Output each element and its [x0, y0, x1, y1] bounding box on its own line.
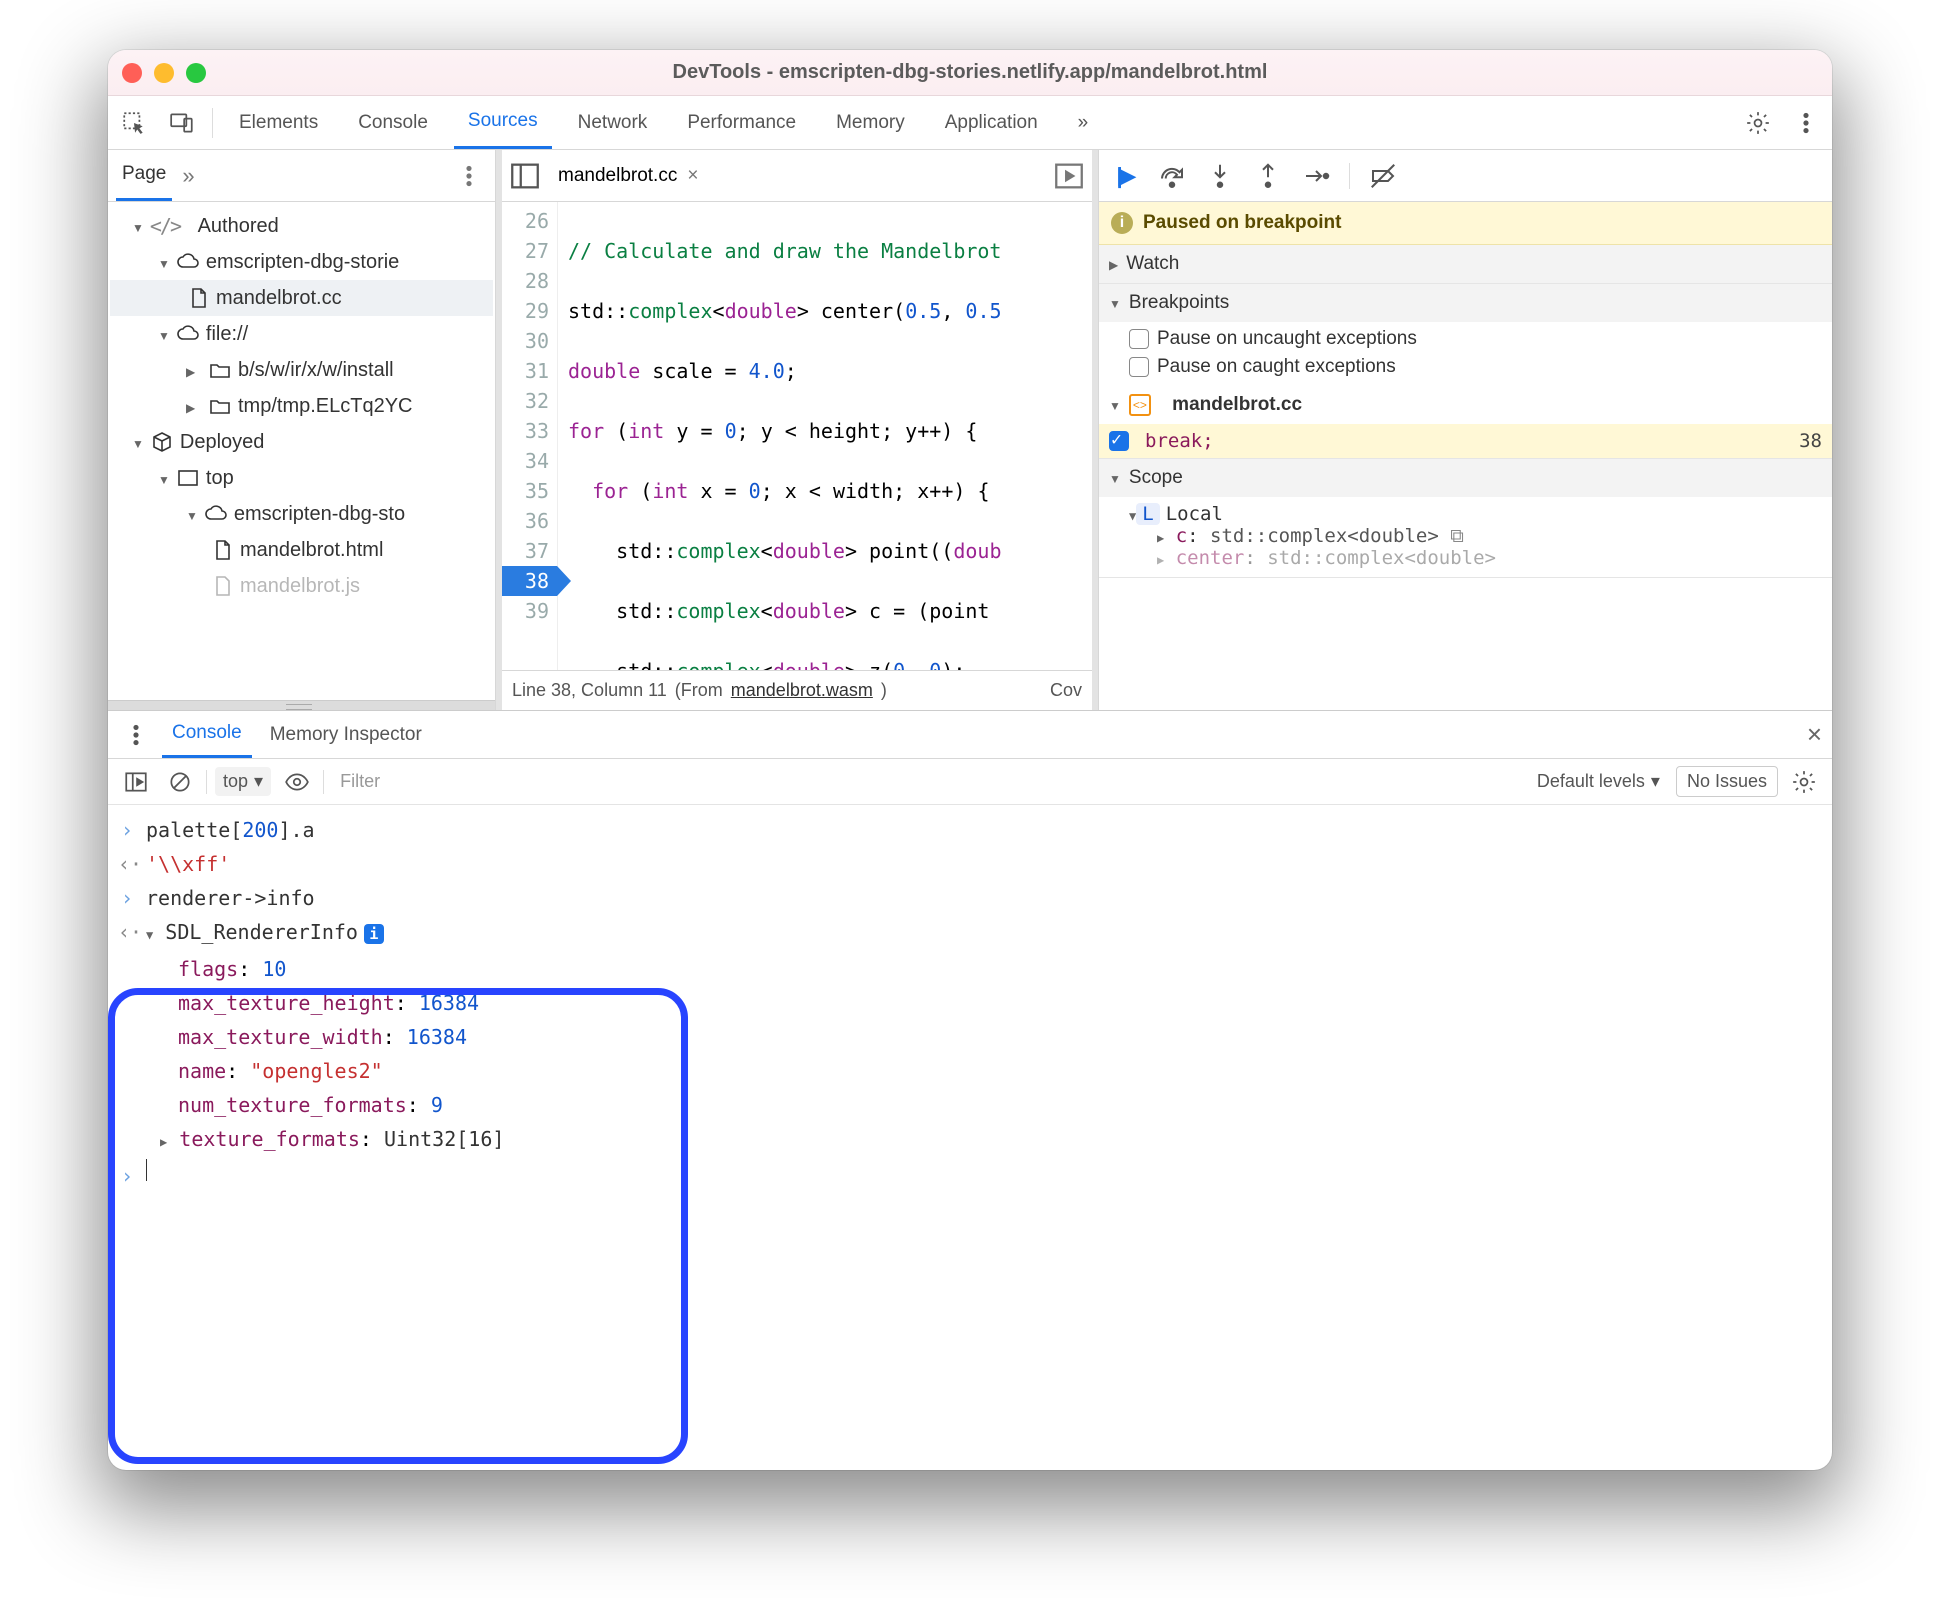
console-filter[interactable]: Filter — [332, 767, 1521, 796]
console-toolbar: top▾ Filter Default levels▾ No Issues — [108, 759, 1832, 805]
drawer-tabs: Console Memory Inspector × — [108, 711, 1832, 759]
frame-icon — [176, 466, 200, 490]
navigator-toolbar: Page » — [108, 150, 495, 202]
tab-performance[interactable]: Performance — [673, 96, 810, 149]
debugger-toolbar: |▶ — [1099, 150, 1832, 202]
file-icon — [210, 538, 234, 562]
scope-var-center[interactable]: center: std::complex<double> — [1129, 547, 1822, 569]
gear-icon[interactable] — [1786, 764, 1822, 800]
resize-handle[interactable] — [108, 700, 495, 710]
resume-icon[interactable]: |▶ — [1109, 161, 1139, 191]
tree-folder[interactable]: b/s/w/ir/x/w/install — [110, 352, 493, 388]
tree-group-authored[interactable]: </> Authored — [110, 208, 493, 244]
issues-button[interactable]: No Issues — [1676, 766, 1778, 797]
step-icon[interactable] — [1301, 161, 1331, 191]
breakpoints-section[interactable]: Breakpoints — [1099, 284, 1832, 322]
pause-uncaught-toggle[interactable]: Pause on uncaught exceptions — [1129, 328, 1822, 350]
code-editor[interactable]: 2627282930313233343536373839 // Calculat… — [502, 202, 1092, 670]
minimize-window-icon[interactable] — [154, 63, 174, 83]
cloud-icon — [204, 502, 228, 526]
tab-console[interactable]: Console — [344, 96, 442, 149]
navigator-overflow[interactable]: » — [182, 163, 194, 189]
scope-var-c[interactable]: c: std::complex<double> ⧉ — [1129, 525, 1822, 547]
pause-caught-toggle[interactable]: Pause on caught exceptions — [1129, 356, 1822, 378]
close-icon[interactable]: × — [687, 165, 698, 187]
tab-application[interactable]: Application — [931, 96, 1052, 149]
kebab-icon[interactable] — [118, 717, 154, 753]
paused-banner: i Paused on breakpoint — [1099, 202, 1832, 245]
close-window-icon[interactable] — [122, 63, 142, 83]
window-title: DevTools - emscripten-dbg-stories.netlif… — [108, 61, 1832, 84]
tree-file-js[interactable]: mandelbrot.js — [110, 568, 493, 604]
source-map-link[interactable]: mandelbrot.wasm — [731, 680, 873, 701]
cloud-icon — [176, 322, 200, 346]
device-toggle-icon[interactable] — [164, 105, 200, 141]
toggle-navigator-icon[interactable] — [508, 159, 542, 193]
gutter[interactable]: 2627282930313233343536373839 — [502, 202, 558, 670]
breakpoint-file[interactable]: <> mandelbrot.cc — [1099, 386, 1832, 424]
drawer-tab-memory[interactable]: Memory Inspector — [260, 711, 432, 758]
kebab-icon[interactable] — [1788, 105, 1824, 141]
editor-status: Line 38, Column 11 (From mandelbrot.wasm… — [502, 670, 1092, 710]
tree-frame-top[interactable]: top — [110, 460, 493, 496]
tree-folder[interactable]: tmp/tmp.ELcTq2YC — [110, 388, 493, 424]
devtools-tabs: Elements Console Sources Network Perform… — [108, 96, 1832, 150]
run-snippet-icon[interactable] — [1052, 159, 1086, 193]
scope-section[interactable]: Scope — [1099, 459, 1832, 497]
close-drawer-icon[interactable]: × — [1807, 719, 1822, 750]
zoom-window-icon[interactable] — [186, 63, 206, 83]
titlebar: DevTools - emscripten-dbg-stories.netlif… — [108, 50, 1832, 96]
tabs-overflow[interactable]: » — [1064, 96, 1103, 149]
step-out-icon[interactable] — [1253, 161, 1283, 191]
editor-toolbar: mandelbrot.cc× — [502, 150, 1092, 202]
navigator-more-icon[interactable] — [451, 158, 487, 194]
watch-section[interactable]: Watch — [1099, 245, 1832, 283]
coverage-toggle[interactable]: Cov — [1050, 680, 1082, 701]
file-source-icon — [186, 286, 210, 310]
tree-origin[interactable]: emscripten-dbg-storie — [110, 244, 493, 280]
console-prompt[interactable]: › — [118, 1159, 1822, 1193]
file-source-icon: <> — [1129, 394, 1151, 416]
toggle-sidebar-icon[interactable] — [118, 764, 154, 800]
step-over-icon[interactable] — [1157, 161, 1187, 191]
folder-icon — [208, 394, 232, 418]
cloud-icon — [176, 250, 200, 274]
breakpoint-checkbox[interactable] — [1109, 431, 1129, 451]
cube-icon — [150, 430, 174, 454]
tree-group-deployed[interactable]: Deployed — [110, 424, 493, 460]
info-icon[interactable]: i — [364, 924, 384, 944]
tab-memory[interactable]: Memory — [822, 96, 919, 149]
deactivate-breakpoints-icon[interactable] — [1368, 161, 1398, 191]
info-icon: i — [1111, 212, 1133, 234]
drawer-tab-console[interactable]: Console — [162, 711, 252, 758]
tab-sources[interactable]: Sources — [454, 96, 552, 149]
step-into-icon[interactable] — [1205, 161, 1235, 191]
gear-icon[interactable] — [1740, 105, 1776, 141]
tab-network[interactable]: Network — [564, 96, 662, 149]
tree-origin[interactable]: emscripten-dbg-sto — [110, 496, 493, 532]
tab-elements[interactable]: Elements — [225, 96, 332, 149]
navigator-tree: </> Authored emscripten-dbg-storie mande… — [108, 202, 495, 610]
scope-local[interactable]: LLocal — [1129, 503, 1822, 525]
console-log[interactable]: ›palette[200].a ‹·'\\xff' ›renderer->inf… — [108, 805, 1832, 1470]
folder-icon — [208, 358, 232, 382]
code-body[interactable]: // Calculate and draw the Mandelbrot std… — [558, 202, 1092, 670]
live-expression-icon[interactable] — [279, 764, 315, 800]
tree-file-mandelbrot-cc[interactable]: mandelbrot.cc — [110, 280, 493, 316]
editor-tab[interactable]: mandelbrot.cc× — [548, 150, 708, 201]
clear-console-icon[interactable] — [162, 764, 198, 800]
file-icon — [210, 574, 234, 598]
context-selector[interactable]: top▾ — [215, 767, 271, 796]
breakpoint-item[interactable]: break; 38 — [1099, 424, 1832, 458]
log-levels[interactable]: Default levels▾ — [1529, 767, 1668, 796]
tree-scheme-file[interactable]: file:// — [110, 316, 493, 352]
tree-file-html[interactable]: mandelbrot.html — [110, 532, 493, 568]
inspect-icon[interactable] — [116, 105, 152, 141]
navigator-page-tab[interactable]: Page — [116, 150, 172, 201]
